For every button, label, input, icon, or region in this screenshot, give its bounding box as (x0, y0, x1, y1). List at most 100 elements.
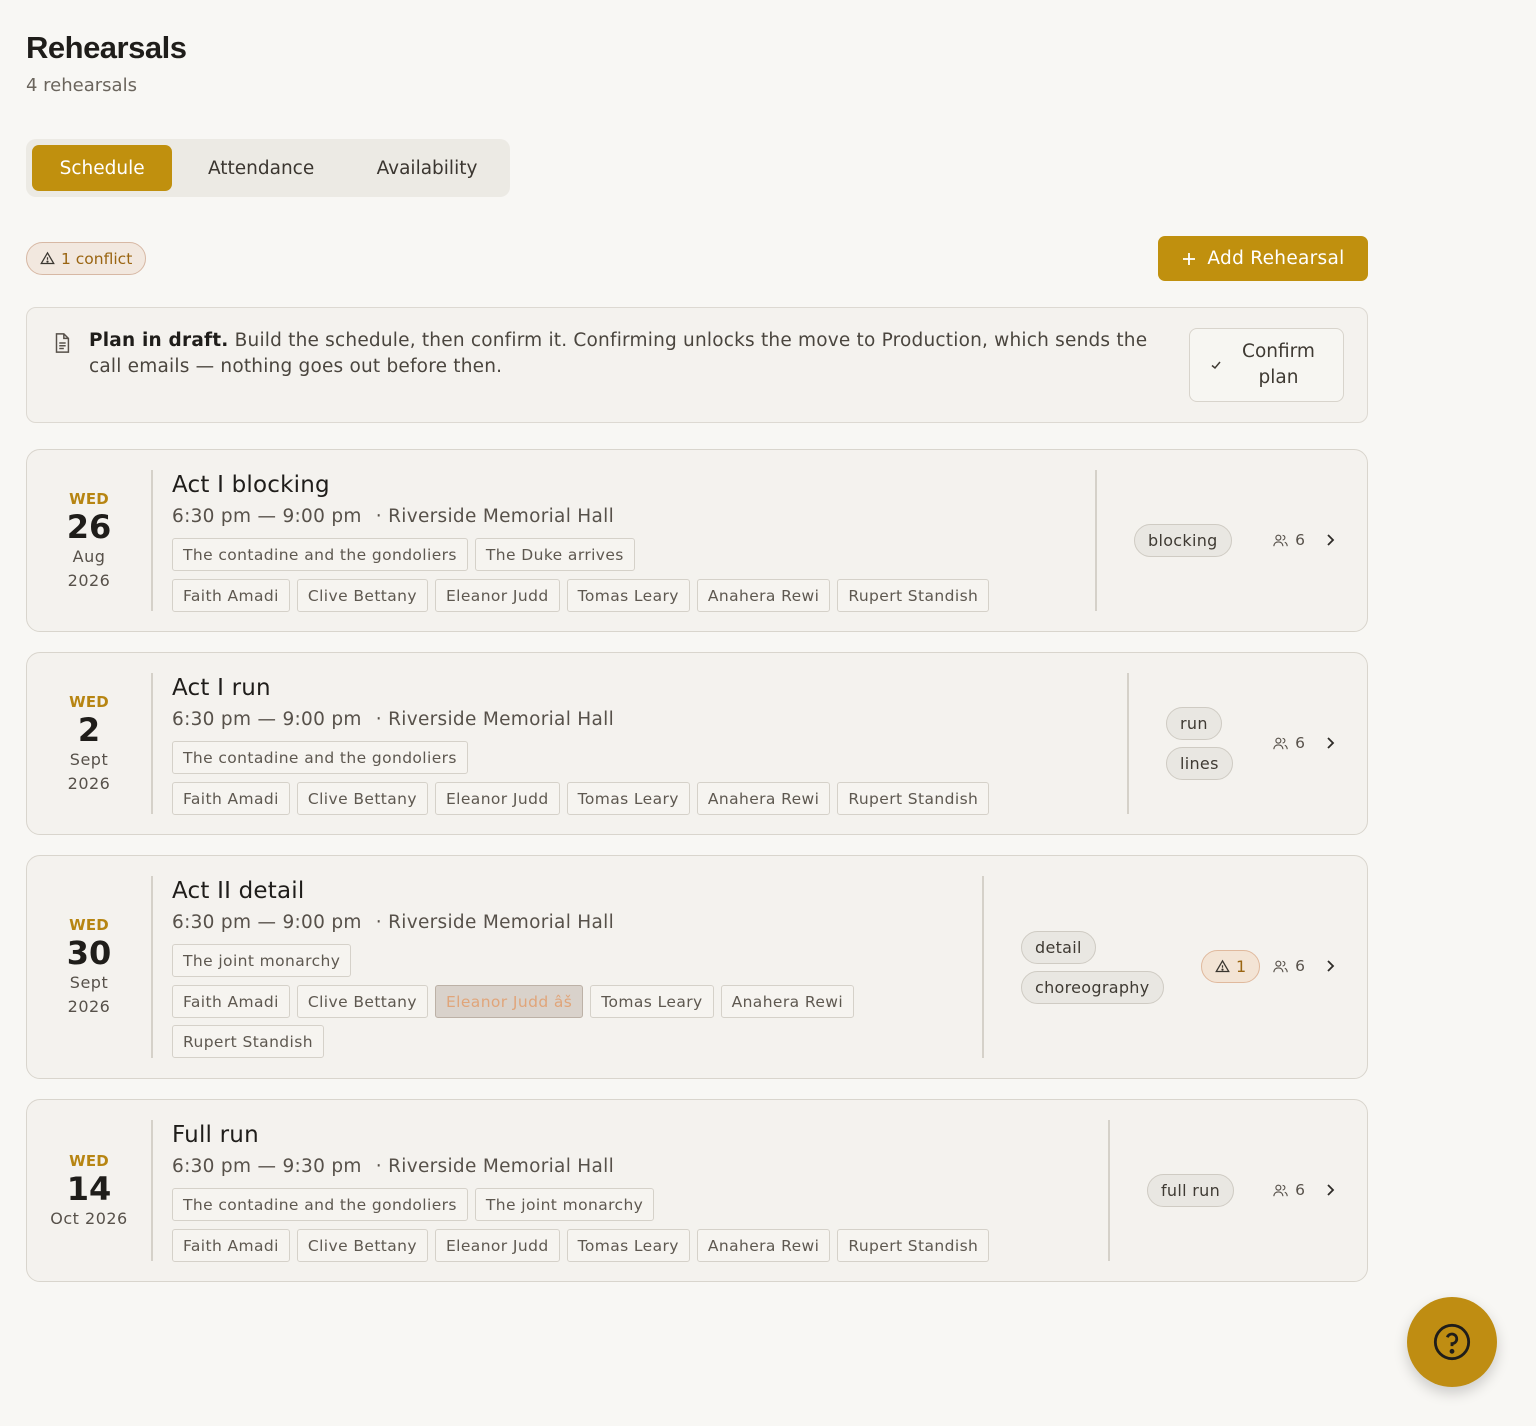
rehearsal-time: 6:30 pm — 9:00 pm (172, 709, 362, 730)
rehearsal-tag: full run (1147, 1174, 1235, 1207)
chevron-right-icon[interactable] (1323, 736, 1337, 750)
rehearsal-venue: · Riverside Memorial Hall (375, 506, 615, 527)
people-icon (1273, 960, 1288, 972)
cast-chip: Clive Bettany (296, 579, 428, 612)
date-day: 14 (66, 1169, 112, 1208)
rehearsal-card[interactable]: WED 14 Oct 2026 Full run 6:30 pm — 9:30 … (26, 1099, 1368, 1282)
cast-list: Faith Amadi Clive Bettany Eleanor Judd T… (172, 1229, 990, 1262)
cast-count-value: 6 (1295, 1181, 1305, 1199)
cast-chip: Faith Amadi (172, 782, 290, 815)
cast-list: Faith Amadi Clive Bettany Eleanor Judd T… (172, 782, 990, 815)
cast-chip: Tomas Leary (590, 985, 714, 1018)
cast-chip: Anahera Rewi (696, 1229, 831, 1262)
date-year: 2026 (67, 997, 111, 1016)
cast-chip: Rupert Standish (837, 782, 990, 815)
cast-chip: Tomas Leary (566, 579, 690, 612)
cast-chip: Eleanor Judd (434, 782, 560, 815)
rehearsal-card[interactable]: WED 2 Sept 2026 Act I run 6:30 pm — 9:00… (26, 652, 1368, 835)
warning-triangle-icon (40, 251, 55, 265)
rehearsal-details: Act I run 6:30 pm — 9:00 pm · Riverside M… (172, 673, 990, 815)
cast-count: 6 (1272, 1181, 1305, 1199)
rehearsal-title: Act II detail (172, 878, 305, 904)
scene-list: The contadine and the gondoliers The Duk… (172, 538, 989, 571)
cast-list: Faith Amadi Clive Bettany Eleanor Judd â… (172, 985, 872, 1058)
cast-chip: Rupert Standish (837, 579, 990, 612)
check-icon (1211, 361, 1221, 370)
rehearsal-venue: · Riverside Memorial Hall (375, 709, 615, 730)
divider (151, 673, 153, 814)
scene-list: The joint monarchy (172, 944, 972, 977)
rehearsal-time-venue: 6:30 pm — 9:00 pm · Riverside Memorial Ha… (172, 707, 989, 733)
rehearsal-tag: run (1166, 707, 1222, 740)
divider (982, 876, 984, 1058)
conflict-filter-pill[interactable]: 1 conflict (26, 242, 147, 275)
cast-chip: Faith Amadi (172, 1229, 290, 1262)
rehearsal-date: WED 2 Sept 2026 (27, 653, 151, 834)
date-weekday: WED (69, 916, 109, 934)
cast-chip: Tomas Leary (566, 1229, 690, 1262)
cast-count-value: 6 (1295, 531, 1305, 549)
rehearsal-title: Act I blocking (172, 472, 330, 498)
confirm-plan-button[interactable]: Confirm plan (1189, 328, 1344, 402)
tag-list: detail choreography (1021, 931, 1164, 1004)
cast-count: 6 (1272, 957, 1305, 975)
scene-chip: The Duke arrives (474, 538, 635, 571)
view-tabs: Schedule Attendance Availability (26, 139, 510, 197)
rehearsal-tag: lines (1166, 747, 1233, 780)
cast-chip: Clive Bettany (296, 782, 428, 815)
rehearsal-title: Act I run (172, 675, 271, 701)
tag-list: run lines (1166, 707, 1233, 780)
page-title: Rehearsals (26, 30, 187, 65)
people-icon (1273, 534, 1288, 546)
rehearsal-card[interactable]: WED 26 Aug 2026 Act I blocking 6:30 pm —… (26, 449, 1368, 632)
scene-chip: The joint monarchy (172, 944, 352, 977)
date-day: 2 (77, 710, 101, 749)
divider (1127, 673, 1129, 814)
cast-chip: Faith Amadi (172, 985, 290, 1018)
rehearsal-tag: choreography (1021, 971, 1164, 1004)
rehearsal-time-venue: 6:30 pm — 9:00 pm · Riverside Memorial Ha… (172, 504, 989, 530)
divider (151, 1120, 153, 1261)
chevron-right-icon[interactable] (1323, 1183, 1337, 1197)
cast-count: 6 (1272, 531, 1305, 549)
divider (1108, 1120, 1110, 1261)
scene-chip: The contadine and the gondoliers (172, 741, 468, 774)
add-rehearsal-label: Add Rehearsal (1207, 248, 1345, 269)
date-day: 26 (66, 507, 112, 546)
tab-attendance[interactable]: Attendance (178, 145, 344, 191)
date-weekday: WED (69, 1151, 109, 1170)
date-weekday: WED (69, 489, 109, 508)
tab-schedule[interactable]: Schedule (32, 145, 173, 191)
rehearsal-venue: · Riverside Memorial Hall (375, 912, 615, 933)
scene-chip: The joint monarchy (474, 1188, 655, 1221)
cast-chip: Anahera Rewi (696, 579, 831, 612)
scene-chip: The contadine and the gondoliers (172, 1188, 468, 1221)
date-month: Sept (69, 973, 109, 992)
cast-chip: Rupert Standish (172, 1025, 324, 1058)
chevron-right-icon[interactable] (1323, 533, 1337, 547)
rehearsal-card[interactable]: WED 30 Sept 2026 Act II detail 6:30 pm —… (26, 855, 1368, 1079)
cast-chip: Anahera Rewi (696, 782, 831, 815)
tab-availability[interactable]: Availability (350, 145, 504, 191)
cast-chip: Clive Bettany (296, 1229, 428, 1262)
date-month: Aug (72, 546, 106, 566)
divider (1095, 470, 1097, 611)
conflict-badge: 1 (1201, 950, 1261, 983)
rehearsal-tag: detail (1021, 931, 1096, 964)
draft-title: Plan in draft. (89, 330, 229, 351)
cast-list: Faith Amadi Clive Bettany Eleanor Judd T… (172, 579, 990, 612)
chevron-right-icon[interactable] (1323, 959, 1337, 973)
cast-chip: Anahera Rewi (720, 985, 855, 1018)
draft-notice: Plan in draft. Build the schedule, then … (26, 307, 1368, 423)
rehearsal-details: Act I blocking 6:30 pm — 9:00 pm · Rivers… (172, 470, 990, 612)
help-button[interactable] (1407, 1297, 1497, 1387)
people-icon (1273, 737, 1288, 749)
rehearsal-details: Full run 6:30 pm — 9:30 pm · Riverside Me… (172, 1120, 990, 1262)
rehearsal-venue: · Riverside Memorial Hall (375, 1156, 615, 1177)
warning-triangle-icon (1215, 959, 1230, 973)
date-day: 30 (66, 934, 112, 972)
rehearsal-time: 6:30 pm — 9:00 pm (172, 506, 362, 527)
add-rehearsal-button[interactable]: Add Rehearsal (1158, 236, 1368, 281)
people-icon (1273, 1184, 1288, 1196)
date-year: 2026 (67, 773, 111, 793)
